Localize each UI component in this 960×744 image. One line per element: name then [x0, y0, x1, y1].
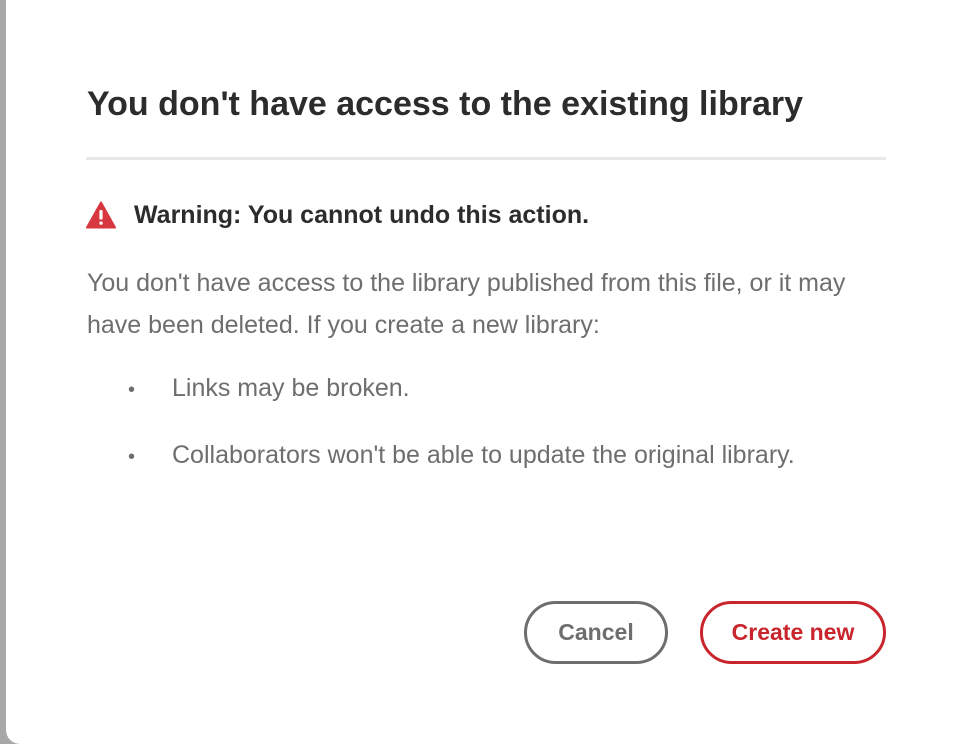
dialog-title: You don't have access to the existing li…	[87, 85, 803, 123]
cancel-button[interactable]: Cancel	[524, 601, 668, 664]
warning-row: Warning: You cannot undo this action.	[86, 199, 589, 231]
warning-text: Warning: You cannot undo this action.	[134, 200, 590, 229]
list-item: • Collaborators won't be able to update t…	[126, 434, 866, 478]
consequence-list: • Links may be broken. • Collaborators won…	[126, 367, 866, 501]
bullet-marker: •	[128, 446, 136, 468]
list-item-text: Collaborators won't be able to update th…	[172, 441, 795, 469]
title-divider	[86, 157, 886, 160]
bullet-marker: •	[128, 379, 136, 401]
list-item: • Links may be broken.	[126, 367, 866, 411]
list-item-text: Links may be broken.	[172, 374, 410, 402]
warning-triangle-icon	[86, 201, 116, 229]
access-dialog: You don't have access to the existing li…	[6, 0, 960, 744]
body-text: You don't have access to the library pub…	[87, 269, 846, 339]
create-new-button[interactable]: Create new	[700, 601, 886, 664]
